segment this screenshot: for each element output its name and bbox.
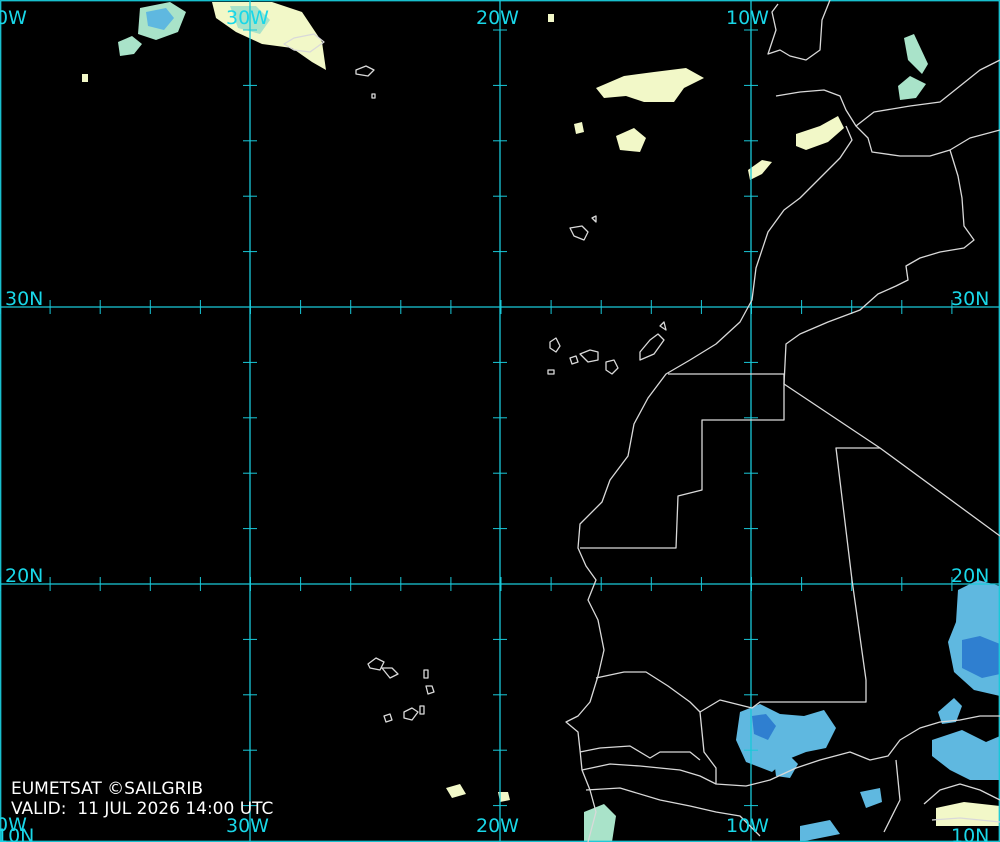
label-30n-right: 30N	[951, 288, 989, 310]
valid-time-text: VALID: 11 JUL 2026 14:00 UTC	[11, 799, 274, 819]
label-edge-left-top: 0W	[0, 7, 27, 29]
label-20n-right: 20N	[951, 565, 989, 587]
label-30w-top: 30W	[226, 7, 269, 29]
label-10n-right: 10N	[951, 825, 989, 842]
label-30n-left: 30N	[5, 288, 43, 310]
label-20w-top: 20W	[476, 7, 519, 29]
label-20n-left: 20N	[5, 565, 43, 587]
label-20w-bottom: 20W	[476, 815, 519, 837]
credit-text: EUMETSAT ©SAILGRIB	[11, 779, 204, 799]
satellite-map[interactable]: 0W 30W 20W 10W 30N 30N 20N 20N 0W 30W 20…	[0, 0, 1000, 842]
label-10w-top: 10W	[726, 7, 769, 29]
label-10n-left: 10N	[0, 825, 34, 842]
label-10w-bottom: 10W	[726, 815, 769, 837]
